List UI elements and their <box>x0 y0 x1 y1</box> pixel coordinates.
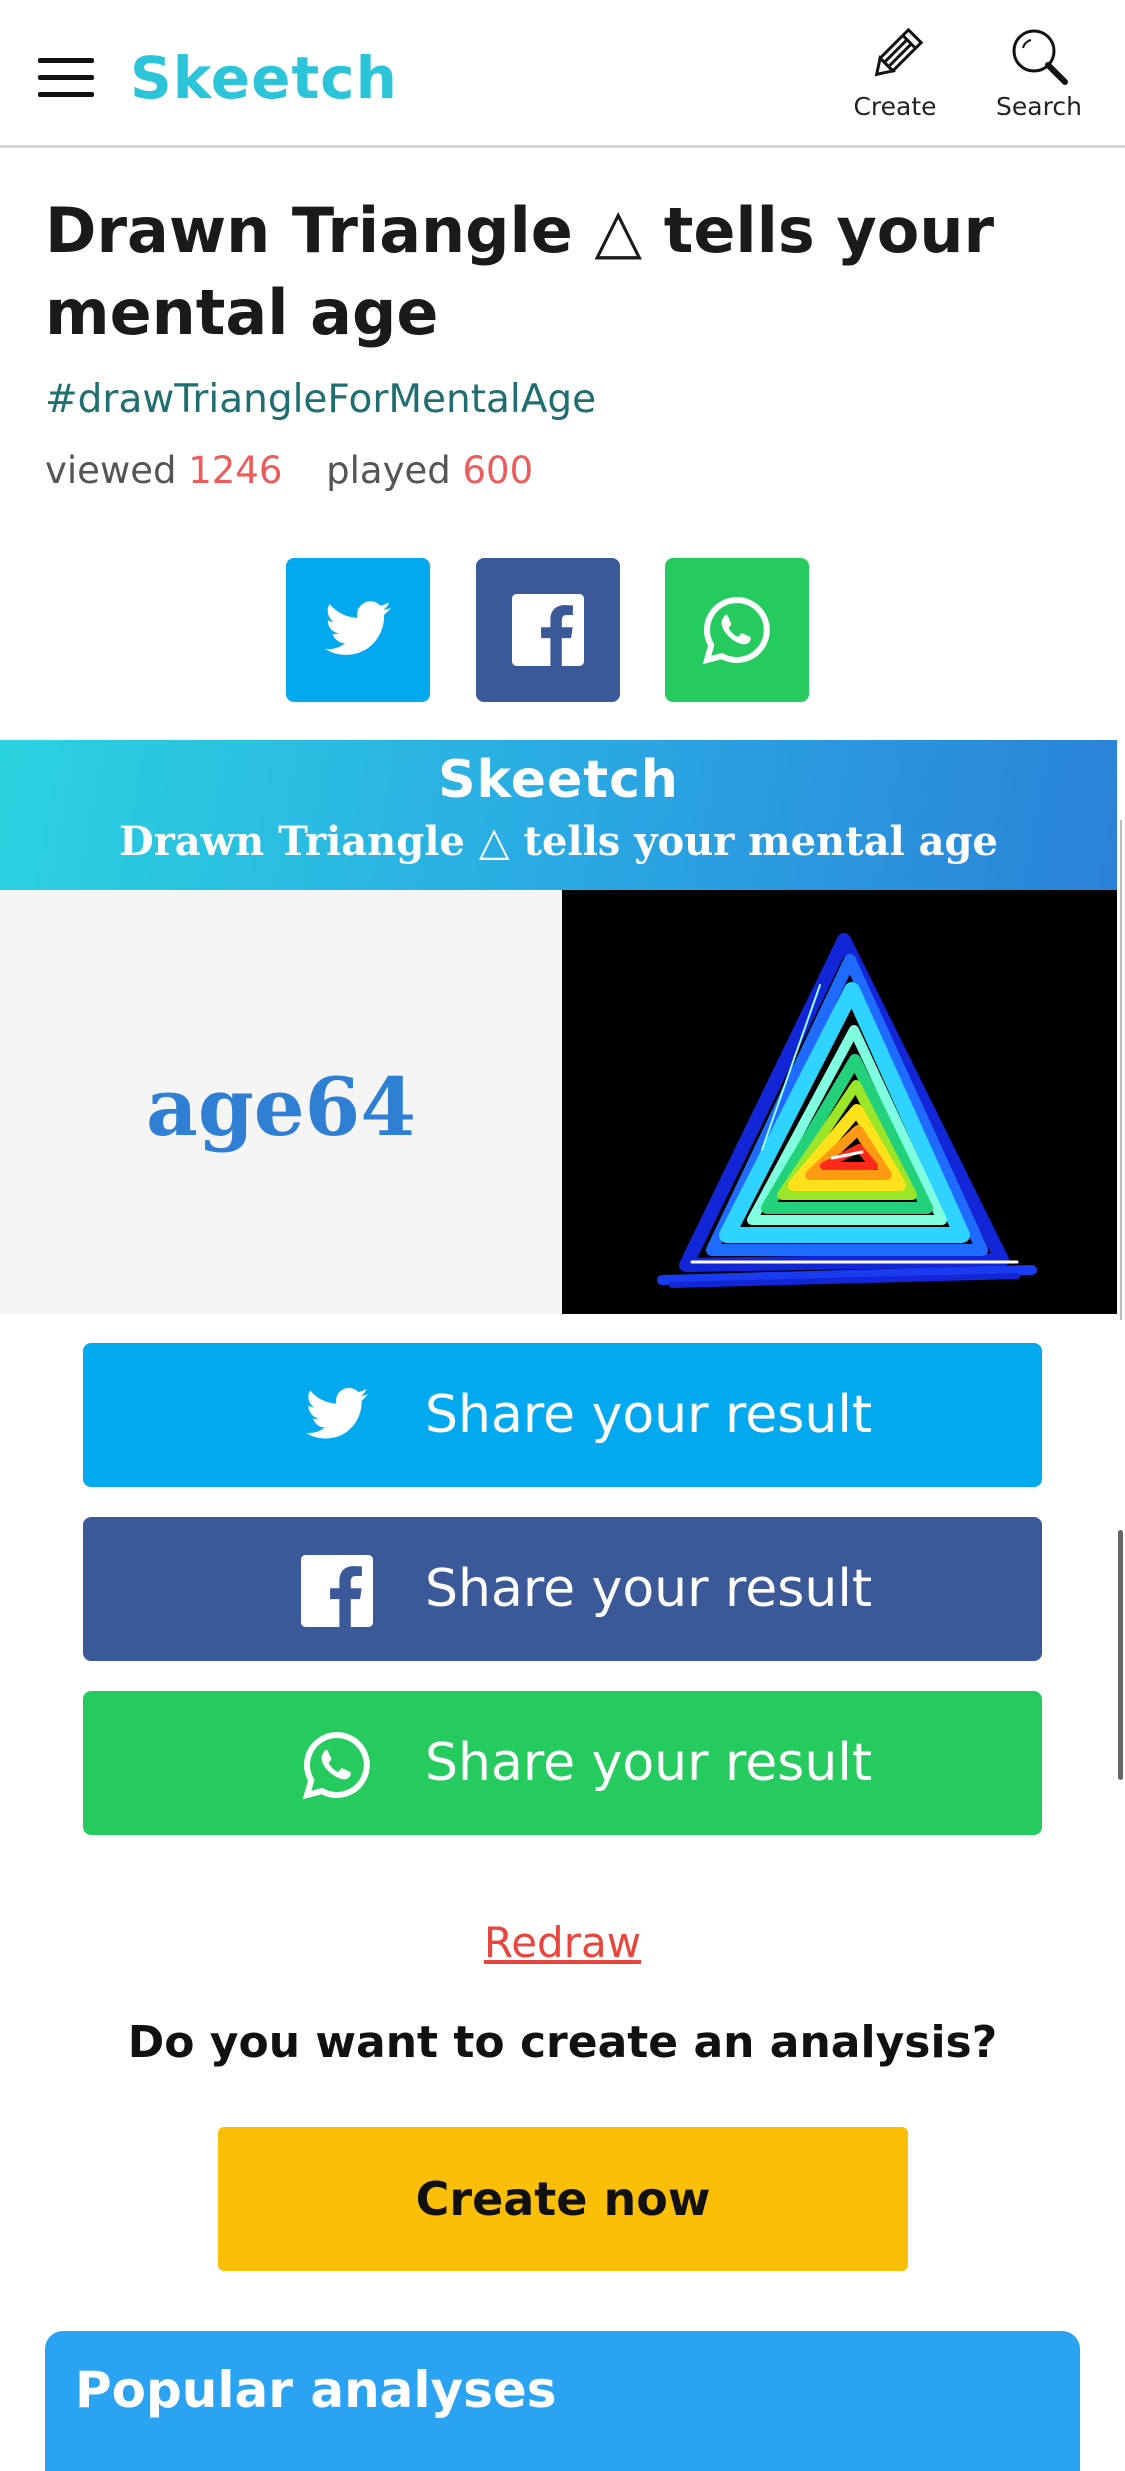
scrollbar-thumb[interactable] <box>1118 1530 1123 1780</box>
result-text-panel: age64 <box>0 890 562 1314</box>
viewed-count: 1246 <box>188 449 283 492</box>
twitter-bird-icon <box>325 601 391 655</box>
twitter-share-result-button[interactable]: Share your result <box>83 1343 1042 1487</box>
result-banner: Skeetch Drawn Triangle △ tells your ment… <box>0 740 1117 890</box>
popular-analyses-header: Popular analyses <box>45 2331 1080 2471</box>
create-label: Create <box>853 92 937 121</box>
whatsapp-share-label: Share your result <box>425 1733 873 1793</box>
facebook-share-square-button[interactable] <box>476 558 620 702</box>
twitter-share-label: Share your result <box>425 1385 873 1445</box>
app-header: Skeetch Create Search <box>0 0 1125 148</box>
result-image: Skeetch Drawn Triangle △ tells your ment… <box>0 740 1125 1314</box>
drawing-panel <box>562 890 1117 1314</box>
banner-subtitle: Drawn Triangle △ tells your mental age <box>119 818 998 865</box>
whatsapp-share-square-button[interactable] <box>665 558 809 702</box>
search-label: Search <box>996 92 1082 121</box>
popular-analyses-title: Popular analyses <box>75 2361 557 2419</box>
analysis-title: Drawn Triangle △ tells your mental age <box>45 194 995 349</box>
played-count: 600 <box>462 449 534 492</box>
redraw-link[interactable]: Redraw <box>0 1918 1125 1967</box>
whatsapp-phone-icon <box>702 596 770 665</box>
app-logo[interactable]: Skeetch <box>130 44 398 112</box>
scrollbar-track <box>1120 820 1122 1320</box>
facebook-share-label: Share your result <box>425 1559 873 1619</box>
hashtag-link[interactable]: #drawTriangleForMentalAge <box>45 377 596 422</box>
stats-line: viewed 1246 played 600 <box>45 449 533 492</box>
pencil-icon <box>874 27 924 77</box>
create-analysis-question: Do you want to create an analysis? <box>127 2017 998 2068</box>
create-button[interactable]: Create <box>830 26 960 136</box>
drawn-triangle-image <box>657 933 1037 1288</box>
facebook-f-icon <box>512 594 584 666</box>
twitter-bird-icon <box>305 1387 369 1439</box>
search-button[interactable]: Search <box>974 26 1104 136</box>
hamburger-menu-icon[interactable] <box>38 58 94 98</box>
result-age-text: age64 <box>146 1060 416 1154</box>
viewed-label: viewed <box>45 449 177 492</box>
twitter-share-square-button[interactable] <box>286 558 430 702</box>
banner-logo: Skeetch <box>438 750 679 810</box>
whatsapp-share-result-button[interactable]: Share your result <box>83 1691 1042 1835</box>
played-label: played <box>326 449 451 492</box>
facebook-f-icon <box>301 1555 373 1627</box>
whatsapp-phone-icon <box>302 1731 370 1800</box>
facebook-share-result-button[interactable]: Share your result <box>83 1517 1042 1661</box>
create-now-button[interactable]: Create now <box>218 2127 908 2271</box>
magnifier-icon <box>1012 29 1068 85</box>
